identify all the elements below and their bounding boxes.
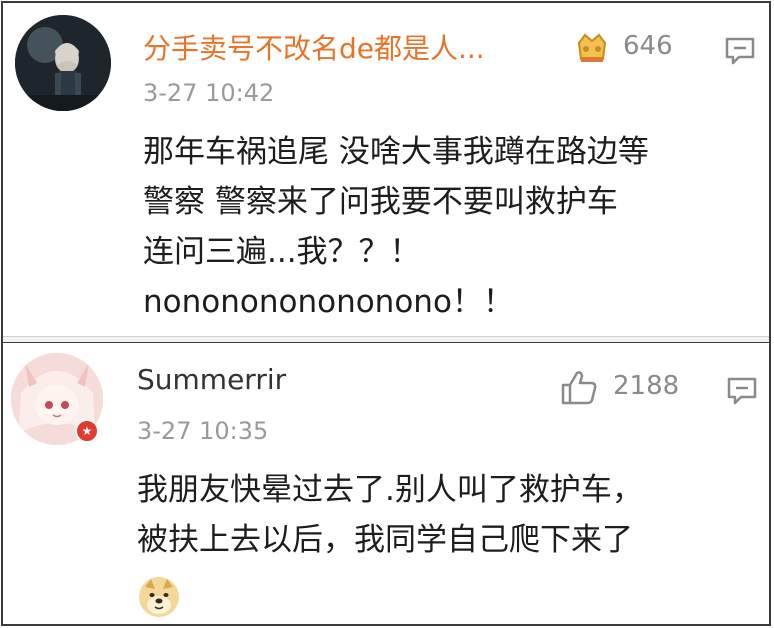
like-count: 2188 [613,371,680,401]
username[interactable]: 分手卖号不改名de都是人... [143,27,485,67]
username[interactable]: Summerrir [137,363,286,396]
timestamp: 3-27 10:42 [143,79,275,107]
like-count: 646 [623,31,673,61]
comment-item: 分手卖号不改名de都是人... 646 3-27 10:42 那年车祸追尾 没啥… [3,3,769,336]
doge-emoji-icon [139,577,179,617]
comment-list: 分手卖号不改名de都是人... 646 3-27 10:42 那年车祸追尾 没啥… [1,1,771,626]
avatar[interactable] [15,15,111,111]
comment-reply-icon[interactable] [725,373,759,407]
thumbs-up-icon[interactable] [559,367,599,407]
comment-line: 连问三遍...我？？！ [143,234,421,270]
comment-text: 那年车祸追尾 没啥大事我蹲在路边等 警察 警察来了问我要不要叫救护车 连问三遍.… [143,127,649,327]
vip-badge-icon: ★ [75,419,99,443]
comment-line: 警察 警察来了问我要不要叫救护车 [143,184,618,220]
timestamp: 3-27 10:35 [137,417,269,445]
comment-divider [3,336,769,343]
comment-line: 我朋友快晕过去了.别人叫了救护车， [137,472,643,508]
comment-line: 被扶上去以后，我同学自己爬下来了 [137,522,633,558]
comment-reply-icon[interactable] [723,33,757,67]
level-badge-icon [577,33,607,62]
comment-line: nononononononono！！ [143,284,514,320]
comment-line: 那年车祸追尾 没啥大事我蹲在路边等 [143,134,649,170]
comment-item: ★ Summerrir 2188 3-27 10:35 我朋友快晕过去了.别人叫… [3,343,769,626]
comment-text: 我朋友快晕过去了.别人叫了救护车， 被扶上去以后，我同学自己爬下来了 [137,465,643,565]
